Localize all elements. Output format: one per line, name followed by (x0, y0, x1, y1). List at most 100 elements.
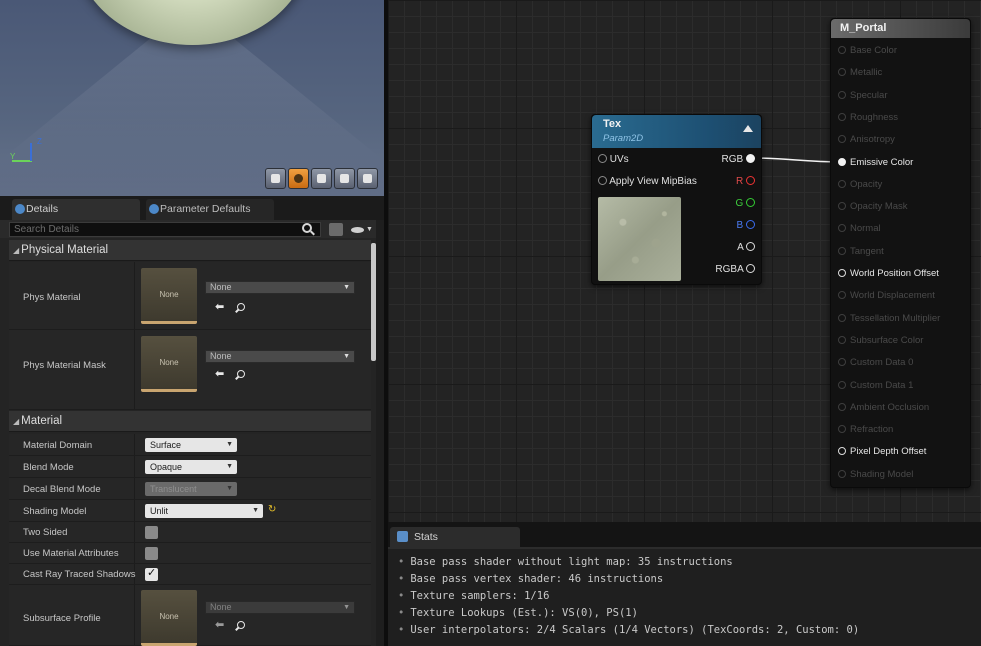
input-pin-icon[interactable] (838, 335, 846, 344)
phys-material-thumbnail[interactable]: None (141, 268, 197, 324)
g-output-pin-row[interactable]: G (735, 198, 755, 209)
tab-details[interactable]: Details (12, 199, 140, 220)
material-input-shading-model[interactable]: Shading Model (838, 469, 913, 480)
section-physical-material[interactable]: ◢ Physical Material (9, 240, 371, 261)
phys-material-mask-thumbnail[interactable]: None (141, 336, 197, 392)
material-input-tessellation-multiplier[interactable]: Tessellation Multiplier (838, 313, 940, 324)
material-preview-viewport[interactable]: Y Z (0, 0, 384, 196)
search-icon[interactable] (302, 223, 312, 233)
details-scrollbar-thumb[interactable] (371, 243, 376, 361)
use-selected-arrow-icon[interactable]: ⬅ (215, 369, 225, 380)
browse-magnifier-icon[interactable] (237, 621, 245, 629)
decal-blend-mode-dropdown[interactable]: Translucent (145, 482, 237, 496)
material-input-specular[interactable]: Specular (838, 90, 888, 101)
r-output-pin-icon[interactable] (746, 176, 755, 185)
collapse-node-icon[interactable] (743, 125, 753, 132)
a-output-pin-row[interactable]: A (737, 242, 755, 253)
material-input-pixel-depth-offset[interactable]: Pixel Depth Offset (838, 446, 926, 457)
property-matrix-button[interactable] (329, 223, 343, 236)
apply-view-mipbias-pin-row[interactable]: Apply View MipBias (598, 176, 697, 187)
reset-to-default-icon[interactable]: ↻ (268, 505, 276, 515)
rgb-output-pin-row[interactable]: RGB (722, 154, 755, 165)
input-pin-icon[interactable] (838, 157, 846, 166)
rgba-output-pin-icon[interactable] (746, 264, 755, 273)
apply-view-mipbias-pin-icon[interactable] (598, 176, 607, 185)
use-material-attributes-checkbox[interactable] (145, 547, 158, 560)
tab-parameter-defaults[interactable]: Parameter Defaults (146, 199, 274, 220)
use-selected-arrow-icon[interactable]: ⬅ (215, 620, 225, 631)
material-input-emissive-color[interactable]: Emissive Color (838, 157, 913, 168)
browse-magnifier-icon[interactable] (237, 370, 245, 378)
r-output-pin-row[interactable]: R (736, 176, 755, 187)
browse-magnifier-icon[interactable] (237, 303, 245, 311)
material-input-metallic[interactable]: Metallic (838, 67, 882, 78)
tab-stats-label: Stats (414, 531, 438, 543)
material-input-anisotropy[interactable]: Anisotropy (838, 134, 895, 145)
eye-icon[interactable] (351, 227, 364, 233)
input-pin-icon[interactable] (838, 135, 846, 144)
use-selected-arrow-icon[interactable]: ⬅ (215, 302, 225, 313)
section-material[interactable]: ◢ Material (9, 411, 371, 432)
input-pin-icon[interactable] (838, 380, 846, 389)
a-output-pin-icon[interactable] (746, 242, 755, 251)
g-output-pin-icon[interactable] (746, 198, 755, 207)
input-pin-icon[interactable] (838, 447, 846, 456)
subsurface-profile-asset-picker[interactable]: None (205, 601, 355, 614)
input-pin-icon[interactable] (838, 90, 846, 99)
uvs-input-pin-row[interactable]: UVs (598, 154, 629, 165)
material-input-refraction[interactable]: Refraction (838, 424, 893, 435)
material-input-tangent[interactable]: Tangent (838, 246, 884, 257)
uvs-input-pin-icon[interactable] (598, 154, 607, 163)
b-output-pin-row[interactable]: B (737, 220, 755, 231)
shading-model-dropdown[interactable]: Unlit (145, 504, 263, 518)
texture-node-header[interactable]: Tex Param2D (592, 115, 761, 148)
material-input-normal[interactable]: Normal (838, 223, 881, 234)
input-pin-icon[interactable] (838, 313, 846, 322)
material-input-custom-data-1[interactable]: Custom Data 1 (838, 380, 913, 391)
subsurface-profile-thumbnail[interactable]: None (141, 590, 197, 646)
details-scrollbar-track[interactable] (376, 220, 384, 646)
input-pin-icon[interactable] (838, 469, 846, 478)
search-details-input[interactable]: Search Details (9, 222, 321, 237)
input-pin-icon[interactable] (838, 179, 846, 188)
sphere-preview-button[interactable] (288, 168, 309, 189)
phys-material-asset-picker[interactable]: None (205, 281, 355, 294)
input-pin-icon[interactable] (838, 224, 846, 233)
material-input-subsurface-color[interactable]: Subsurface Color (838, 335, 923, 346)
input-pin-icon[interactable] (838, 269, 846, 277)
material-result-node[interactable]: M_Portal Base Color Metallic Specular Rough… (830, 18, 971, 488)
two-sided-checkbox[interactable] (145, 526, 158, 539)
view-options-caret-icon[interactable]: ▼ (366, 226, 373, 233)
input-pin-icon[interactable] (838, 246, 846, 255)
blend-mode-dropdown[interactable]: Opaque (145, 460, 237, 474)
rgba-output-pin-row[interactable]: RGBA (715, 264, 755, 275)
input-pin-icon[interactable] (838, 358, 846, 367)
texture-sample-node[interactable]: Tex Param2D UVs Apply View MipBias RGB R… (591, 114, 762, 285)
input-pin-icon[interactable] (838, 291, 846, 300)
input-pin-icon[interactable] (838, 46, 846, 54)
material-input-world-position-offset[interactable]: World Position Offset (838, 268, 939, 279)
material-input-opacity-mask[interactable]: Opacity Mask (838, 201, 908, 212)
material-input-ambient-occlusion[interactable]: Ambient Occlusion (838, 402, 929, 413)
cube-preview-button[interactable] (334, 168, 355, 189)
material-input-base-color[interactable]: Base Color (838, 45, 897, 56)
input-pin-icon[interactable] (838, 202, 846, 211)
material-input-roughness[interactable]: Roughness (838, 112, 898, 123)
input-pin-icon[interactable] (838, 68, 846, 77)
tab-stats[interactable]: Stats (390, 527, 520, 547)
cylinder-preview-button[interactable] (265, 168, 286, 189)
material-input-opacity[interactable]: Opacity (838, 179, 882, 190)
plane-preview-button[interactable] (311, 168, 332, 189)
material-node-header[interactable]: M_Portal (831, 19, 970, 38)
b-output-pin-icon[interactable] (746, 220, 755, 229)
mesh-preview-button[interactable] (357, 168, 378, 189)
cast-ray-traced-shadows-checkbox[interactable] (145, 566, 158, 581)
input-pin-icon[interactable] (838, 402, 846, 411)
input-pin-icon[interactable] (838, 425, 846, 434)
input-pin-icon[interactable] (838, 112, 846, 121)
phys-material-mask-asset-picker[interactable]: None (205, 350, 355, 363)
material-input-custom-data-0[interactable]: Custom Data 0 (838, 357, 913, 368)
rgb-output-pin-icon[interactable] (746, 154, 755, 163)
material-domain-dropdown[interactable]: Surface (145, 438, 237, 452)
material-input-world-displacement[interactable]: World Displacement (838, 290, 935, 301)
